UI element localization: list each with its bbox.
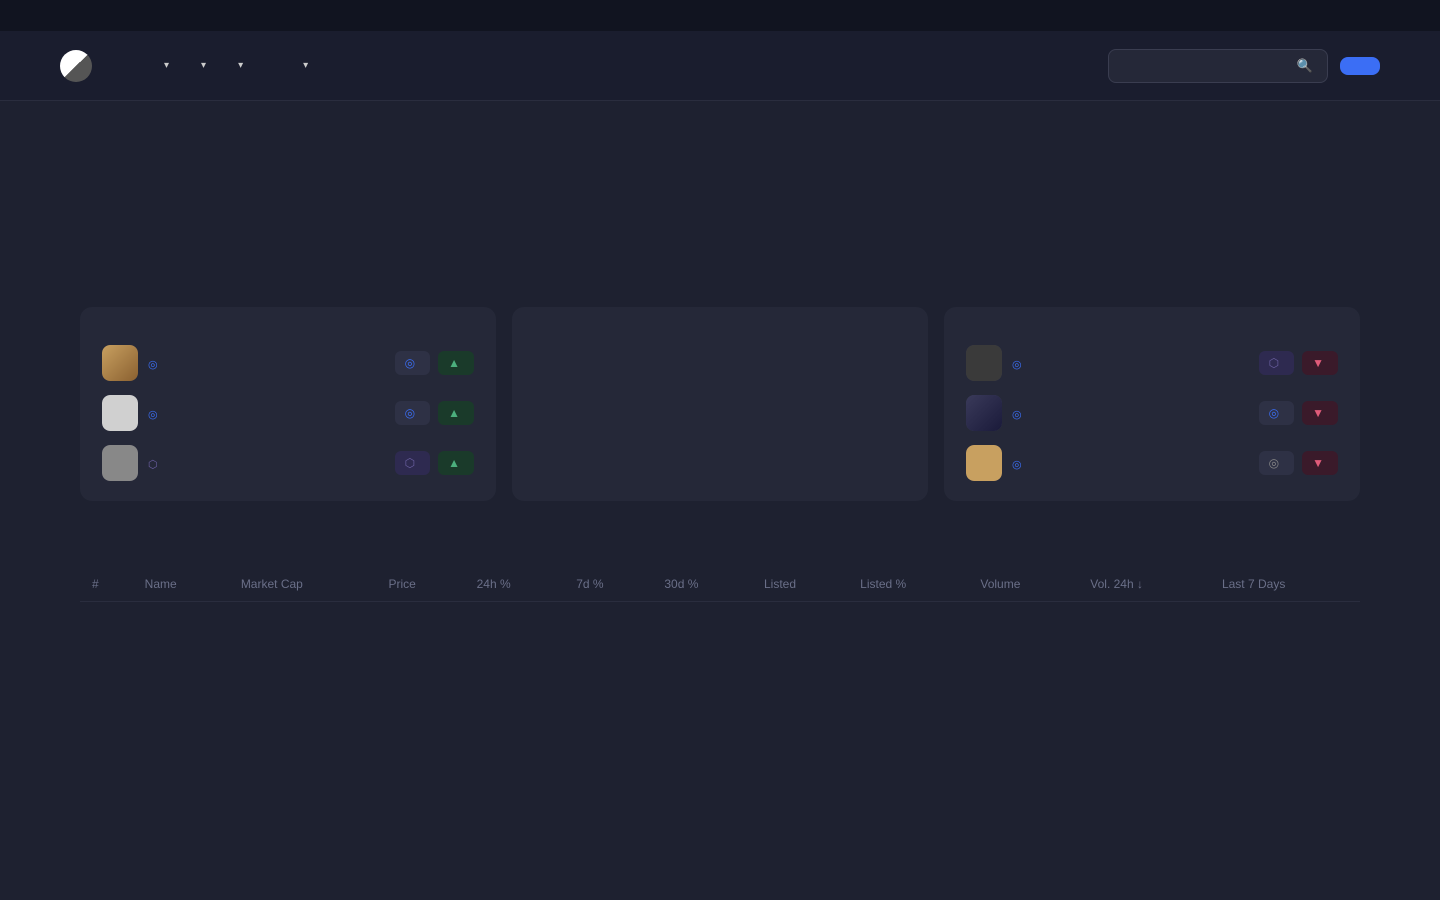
logo[interactable]	[60, 50, 100, 82]
price-badge: ◎	[1259, 451, 1294, 475]
top-floor-movers-card: ◎ ◎ ▲ ◎	[80, 307, 496, 501]
col-listed: Listed	[752, 567, 848, 602]
col-price: Price	[376, 567, 464, 602]
col-volume: Volume	[968, 567, 1078, 602]
price-badge: ◎	[395, 351, 430, 375]
nft-thumb-pumas	[966, 445, 1002, 481]
col-vol-24h: Vol. 24h ↓	[1078, 567, 1210, 602]
ticker-bar	[0, 0, 1440, 31]
chevron-down-icon: ▾	[201, 60, 206, 71]
list-item: ⬡ ⬡ ▲	[102, 445, 474, 481]
nft-thumb-cyber	[966, 395, 1002, 431]
col-7d: 7d %	[564, 567, 652, 602]
nft-thumb-gfc	[966, 345, 1002, 381]
volume-table: # Name Market Cap Price 24h % 7d % 30d %…	[80, 567, 1360, 602]
bottom-floor-movers-card: ◎ ⬡ ▼ ◎	[944, 307, 1360, 501]
chevron-down-icon: ▾	[238, 60, 243, 71]
col-num: #	[80, 567, 133, 602]
volume-section: # Name Market Cap Price 24h % 7d % 30d %…	[0, 551, 1440, 642]
hero-section	[0, 101, 1440, 307]
search-input[interactable]	[1123, 58, 1289, 73]
change-badge: ▲	[438, 451, 474, 475]
nft-thumb-donsy	[102, 445, 138, 481]
search-icon: 🔍	[1297, 58, 1313, 74]
nft-info-gfc: ◎	[966, 345, 1026, 381]
list-item: ◎ ◎ ▲	[102, 345, 474, 381]
change-badge: ▼	[1302, 351, 1338, 375]
nav-market-data[interactable]: ▾	[234, 60, 243, 71]
chevron-down-icon: ▾	[164, 60, 169, 71]
nft-info-cyber: ◎	[966, 395, 1026, 431]
col-30d: 30d %	[652, 567, 752, 602]
change-badge: ▲	[438, 401, 474, 425]
chevron-down-icon: ▾	[303, 60, 308, 71]
price-badge: ⬡	[395, 451, 430, 475]
table-header: # Name Market Cap Price 24h % 7d % 30d %…	[80, 567, 1360, 602]
col-last7days: Last 7 Days	[1210, 567, 1360, 602]
sol-usd-ticker	[696, 8, 700, 23]
nft-volume: ◎	[1012, 458, 1026, 471]
hero-headline	[20, 171, 1420, 233]
list-item: ◎ ◎ ▼	[966, 395, 1338, 431]
nft-volume: ◎	[148, 408, 162, 421]
price-badge: ◎	[1259, 401, 1294, 425]
list-item: ◎ ◎ ▲	[102, 395, 474, 431]
nav-get-verified[interactable]: ▾	[299, 60, 308, 71]
cards-section: ◎ ◎ ▲ ◎	[0, 307, 1440, 541]
login-button[interactable]	[1340, 57, 1380, 75]
nft-info-wojak: ◎	[102, 395, 162, 431]
nav-tools[interactable]: ▾	[197, 60, 206, 71]
price-badge: ◎	[395, 401, 430, 425]
change-badge: ▲	[438, 351, 474, 375]
col-24h: 24h %	[465, 567, 565, 602]
nft-volume: ◎	[1012, 358, 1026, 371]
nft-info-solchefs: ◎	[102, 345, 162, 381]
change-badge: ▼	[1302, 401, 1338, 425]
logo-icon	[60, 50, 92, 82]
list-item: ◎ ◎ ▼	[966, 445, 1338, 481]
col-market-cap: Market Cap	[229, 567, 377, 602]
col-listed-pct: Listed %	[848, 567, 968, 602]
nft-thumb-wojak	[102, 395, 138, 431]
navbar: ▾ ▾ ▾ ▾ 🔍	[0, 31, 1440, 101]
nav-upcoming-nft[interactable]: ▾	[160, 60, 169, 71]
change-badge: ▼	[1302, 451, 1338, 475]
sales-of-day-card	[512, 307, 928, 501]
list-item: ◎ ⬡ ▼	[966, 345, 1338, 381]
nft-info-donsy: ⬡	[102, 445, 162, 481]
nft-thumb-solchefs	[102, 345, 138, 381]
search-box[interactable]: 🔍	[1108, 49, 1328, 83]
nav-right: 🔍	[1108, 49, 1380, 83]
nft-info-pumas: ◎	[966, 445, 1026, 481]
col-name: Name	[133, 567, 229, 602]
nft-volume: ◎	[148, 358, 162, 371]
nft-volume: ⬡	[148, 458, 162, 471]
price-badge: ⬡	[1259, 351, 1294, 375]
nav-links: ▾ ▾ ▾ ▾	[160, 60, 1108, 71]
solana-network-ticker	[740, 8, 744, 23]
nft-volume: ◎	[1012, 408, 1026, 421]
